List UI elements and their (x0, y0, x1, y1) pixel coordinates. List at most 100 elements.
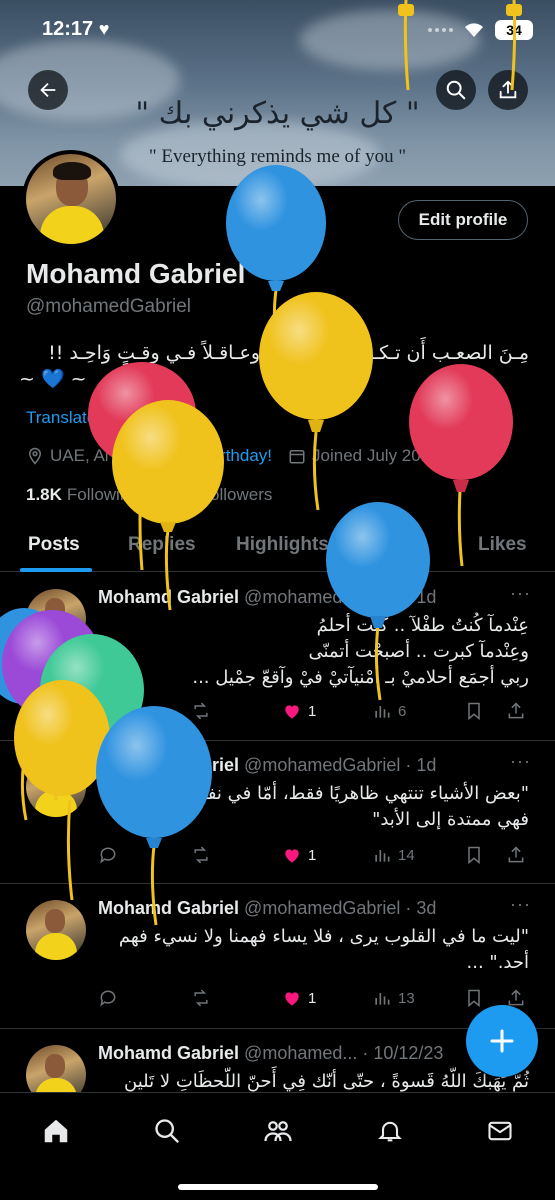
communities-icon (264, 1121, 292, 1142)
display-name: Mohamd Gabriel (26, 258, 246, 289)
compose-post-button[interactable] (466, 1005, 538, 1077)
post-meta: @mohamedGabriel · 3d (244, 898, 437, 918)
more-options-icon[interactable]: ··· (510, 583, 531, 604)
repost-button[interactable] (190, 988, 218, 1008)
post-author-name: Mohamd Gabriel (98, 587, 240, 607)
views-button[interactable]: 14 (372, 845, 415, 865)
views-button[interactable]: 13 (372, 988, 415, 1008)
post-author-name: Mohamd Gabriel (98, 898, 240, 918)
profile-search-button[interactable] (436, 70, 476, 110)
edit-profile-button[interactable]: Edit profile (398, 200, 528, 240)
search-icon (155, 1119, 179, 1143)
share-post-button[interactable] (506, 701, 526, 721)
views-button[interactable]: 6 (372, 701, 406, 721)
messages-icon (488, 1121, 512, 1141)
reply-icon (100, 847, 116, 864)
post-item[interactable]: Mohamd Gabriel @mohamedGabriel · 1d ··· … (0, 741, 555, 884)
home-indicator (178, 1184, 378, 1190)
bookmark-button[interactable] (464, 701, 484, 721)
followers-link[interactable]: 1.4K Followers (159, 485, 273, 505)
user-handle: @mohamedGabriel (26, 296, 192, 317)
tab-highlights[interactable]: Highlights (236, 534, 329, 556)
post-avatar[interactable] (26, 589, 86, 649)
post-header: Mohamd Gabriel @mohamedGabriel · 1d (98, 755, 436, 776)
post-actions: 1 6 (98, 701, 528, 727)
bookmark-icon (468, 989, 480, 1008)
post-actions: 1 13 (98, 988, 528, 1014)
tab-replies[interactable]: Replies (128, 534, 196, 556)
repost-button[interactable] (190, 701, 218, 721)
post-header: Mohamd Gabriel @mohamed... · 10/12/23 (98, 1043, 443, 1064)
repost-icon (194, 846, 208, 864)
tab-likes[interactable]: Likes (478, 534, 527, 556)
cellular-signal-icon (428, 28, 453, 32)
profile-bio: مِـنَ الصعـب أَن تـكـونَ عـاشقـاً .. وعـ… (19, 340, 529, 392)
repost-icon (194, 702, 208, 720)
joined-item: Joined July 2010 (288, 446, 440, 466)
like-button[interactable]: 1 (282, 701, 316, 721)
like-button[interactable]: 1 (282, 988, 316, 1008)
notifications-icon (378, 1121, 402, 1142)
location-pin-icon (28, 447, 42, 465)
heart-filled-icon (285, 992, 299, 1006)
share-icon (508, 846, 524, 863)
repost-icon (194, 989, 208, 1007)
nav-notifications[interactable] (370, 1111, 410, 1151)
post-item[interactable]: Mohamd Gabriel @mohamedGabriel · 1d ··· … (0, 573, 555, 741)
birthday-text[interactable]: Happy birthday! (153, 446, 272, 466)
profile-tabs: Posts Replies Highlights Media Likes (0, 520, 555, 572)
views-icon (375, 993, 390, 1005)
post-text: عِنْدمآ كُنتُ طفْلآ .. كُنت أحلمُ وعِنْد… (192, 615, 529, 688)
tab-posts[interactable]: Posts (28, 534, 80, 556)
nav-home[interactable] (36, 1111, 76, 1151)
more-options-icon[interactable]: ··· (510, 894, 531, 915)
reply-button[interactable] (98, 988, 124, 1008)
bio-line-1: مِـنَ الصعـب أَن تـكـونَ عـاشقـاً .. وعـ… (48, 342, 529, 364)
nav-communities[interactable] (258, 1111, 298, 1151)
reply-button[interactable] (98, 845, 124, 865)
profile-meta: UAE, Al Ain Happy birthday! Joined July … (26, 446, 456, 466)
post-avatar[interactable] (26, 900, 86, 960)
bookmark-icon (468, 846, 480, 865)
battery-icon: 34 (495, 20, 533, 40)
post-author-name: Mohamd Gabriel (98, 755, 240, 775)
reply-icon (100, 703, 116, 720)
share-post-button[interactable] (506, 845, 526, 865)
post-text: "ليت ما في القلوب يرى ، فلا يساء فهمنا و… (118, 926, 529, 973)
post-meta: @mohamedGabriel · 1d (244, 755, 437, 775)
heart-status-icon: ♥ (98, 19, 110, 39)
nav-messages[interactable] (480, 1111, 520, 1151)
active-tab-indicator (20, 568, 92, 572)
bio-line-2: ~ 💙 ~ (19, 368, 87, 390)
following-link[interactable]: 1.8K Following (26, 485, 139, 505)
post-text: "بعض الأشياء تنتهي ظاهريًا فقط، أمّا في … (114, 783, 529, 830)
more-options-icon[interactable]: ··· (510, 751, 531, 772)
bookmark-button[interactable] (464, 845, 484, 865)
share-button[interactable] (488, 70, 528, 110)
post-item[interactable]: Mohamd Gabriel @mohamedGabriel · 3d ··· … (0, 884, 555, 1029)
share-icon (499, 80, 517, 99)
post-avatar[interactable] (26, 757, 86, 817)
status-indicators: 34 (428, 20, 533, 40)
translate-bio-link[interactable]: Translate bio (26, 408, 124, 428)
nav-search[interactable] (147, 1111, 187, 1151)
post-header: Mohamd Gabriel @mohamedGabriel · 1d (98, 587, 436, 608)
search-icon (446, 80, 466, 100)
tab-media[interactable]: Media (372, 534, 426, 556)
post-header: Mohamd Gabriel @mohamedGabriel · 3d (98, 898, 436, 919)
post-actions: 1 14 (98, 845, 528, 871)
post-meta: @mohamed... · 10/12/23 (244, 1043, 444, 1063)
like-button[interactable]: 1 (282, 845, 316, 865)
status-bar: 12:17 ♥ 34 (0, 0, 555, 62)
share-icon (508, 702, 524, 719)
reply-button[interactable] (98, 701, 124, 721)
compose-plus-icon (490, 1029, 514, 1053)
balloon-yellow (259, 292, 373, 511)
views-icon (375, 706, 390, 718)
back-button[interactable] (28, 70, 68, 110)
bookmark-button[interactable] (464, 988, 484, 1008)
heart-filled-icon (285, 705, 299, 719)
calendar-icon (289, 450, 305, 464)
repost-button[interactable] (190, 845, 218, 865)
profile-avatar[interactable] (22, 150, 120, 248)
